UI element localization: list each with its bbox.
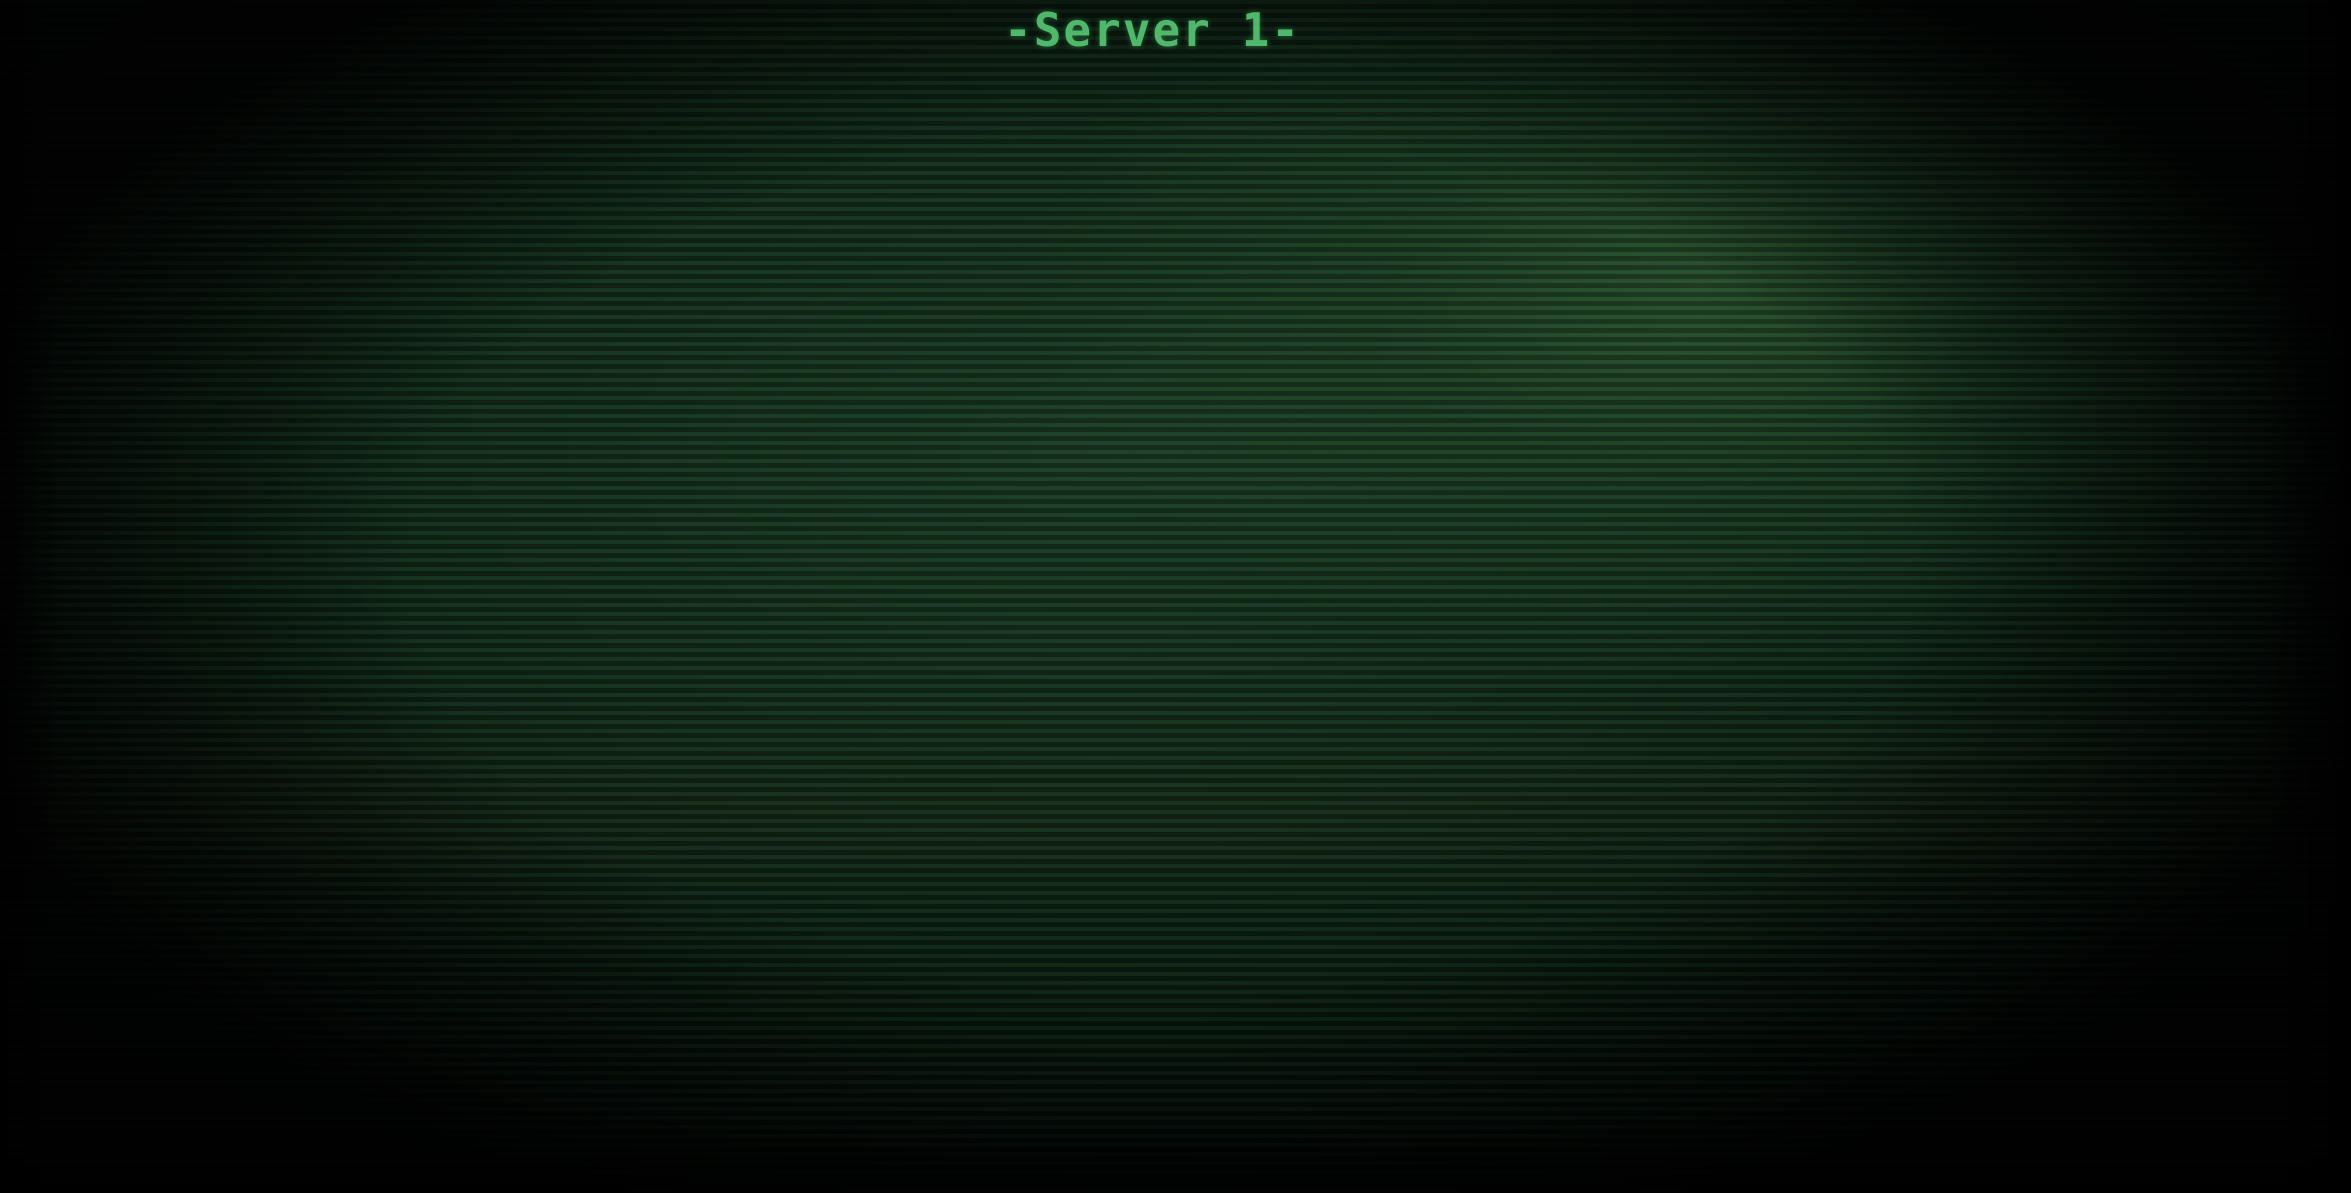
camera-title: -Server 1- [1004, 3, 1301, 57]
screen-edge-right [2261, 0, 2351, 1193]
camera-feed-screen: -Server 1- [0, 0, 2351, 1193]
screen-edge-bottom [0, 1113, 2351, 1193]
screen-vignette [0, 0, 2351, 1193]
screen-edge-left [0, 0, 60, 1193]
screen-color-band [0, 690, 2351, 920]
crt-scanlines [0, 0, 2351, 1193]
